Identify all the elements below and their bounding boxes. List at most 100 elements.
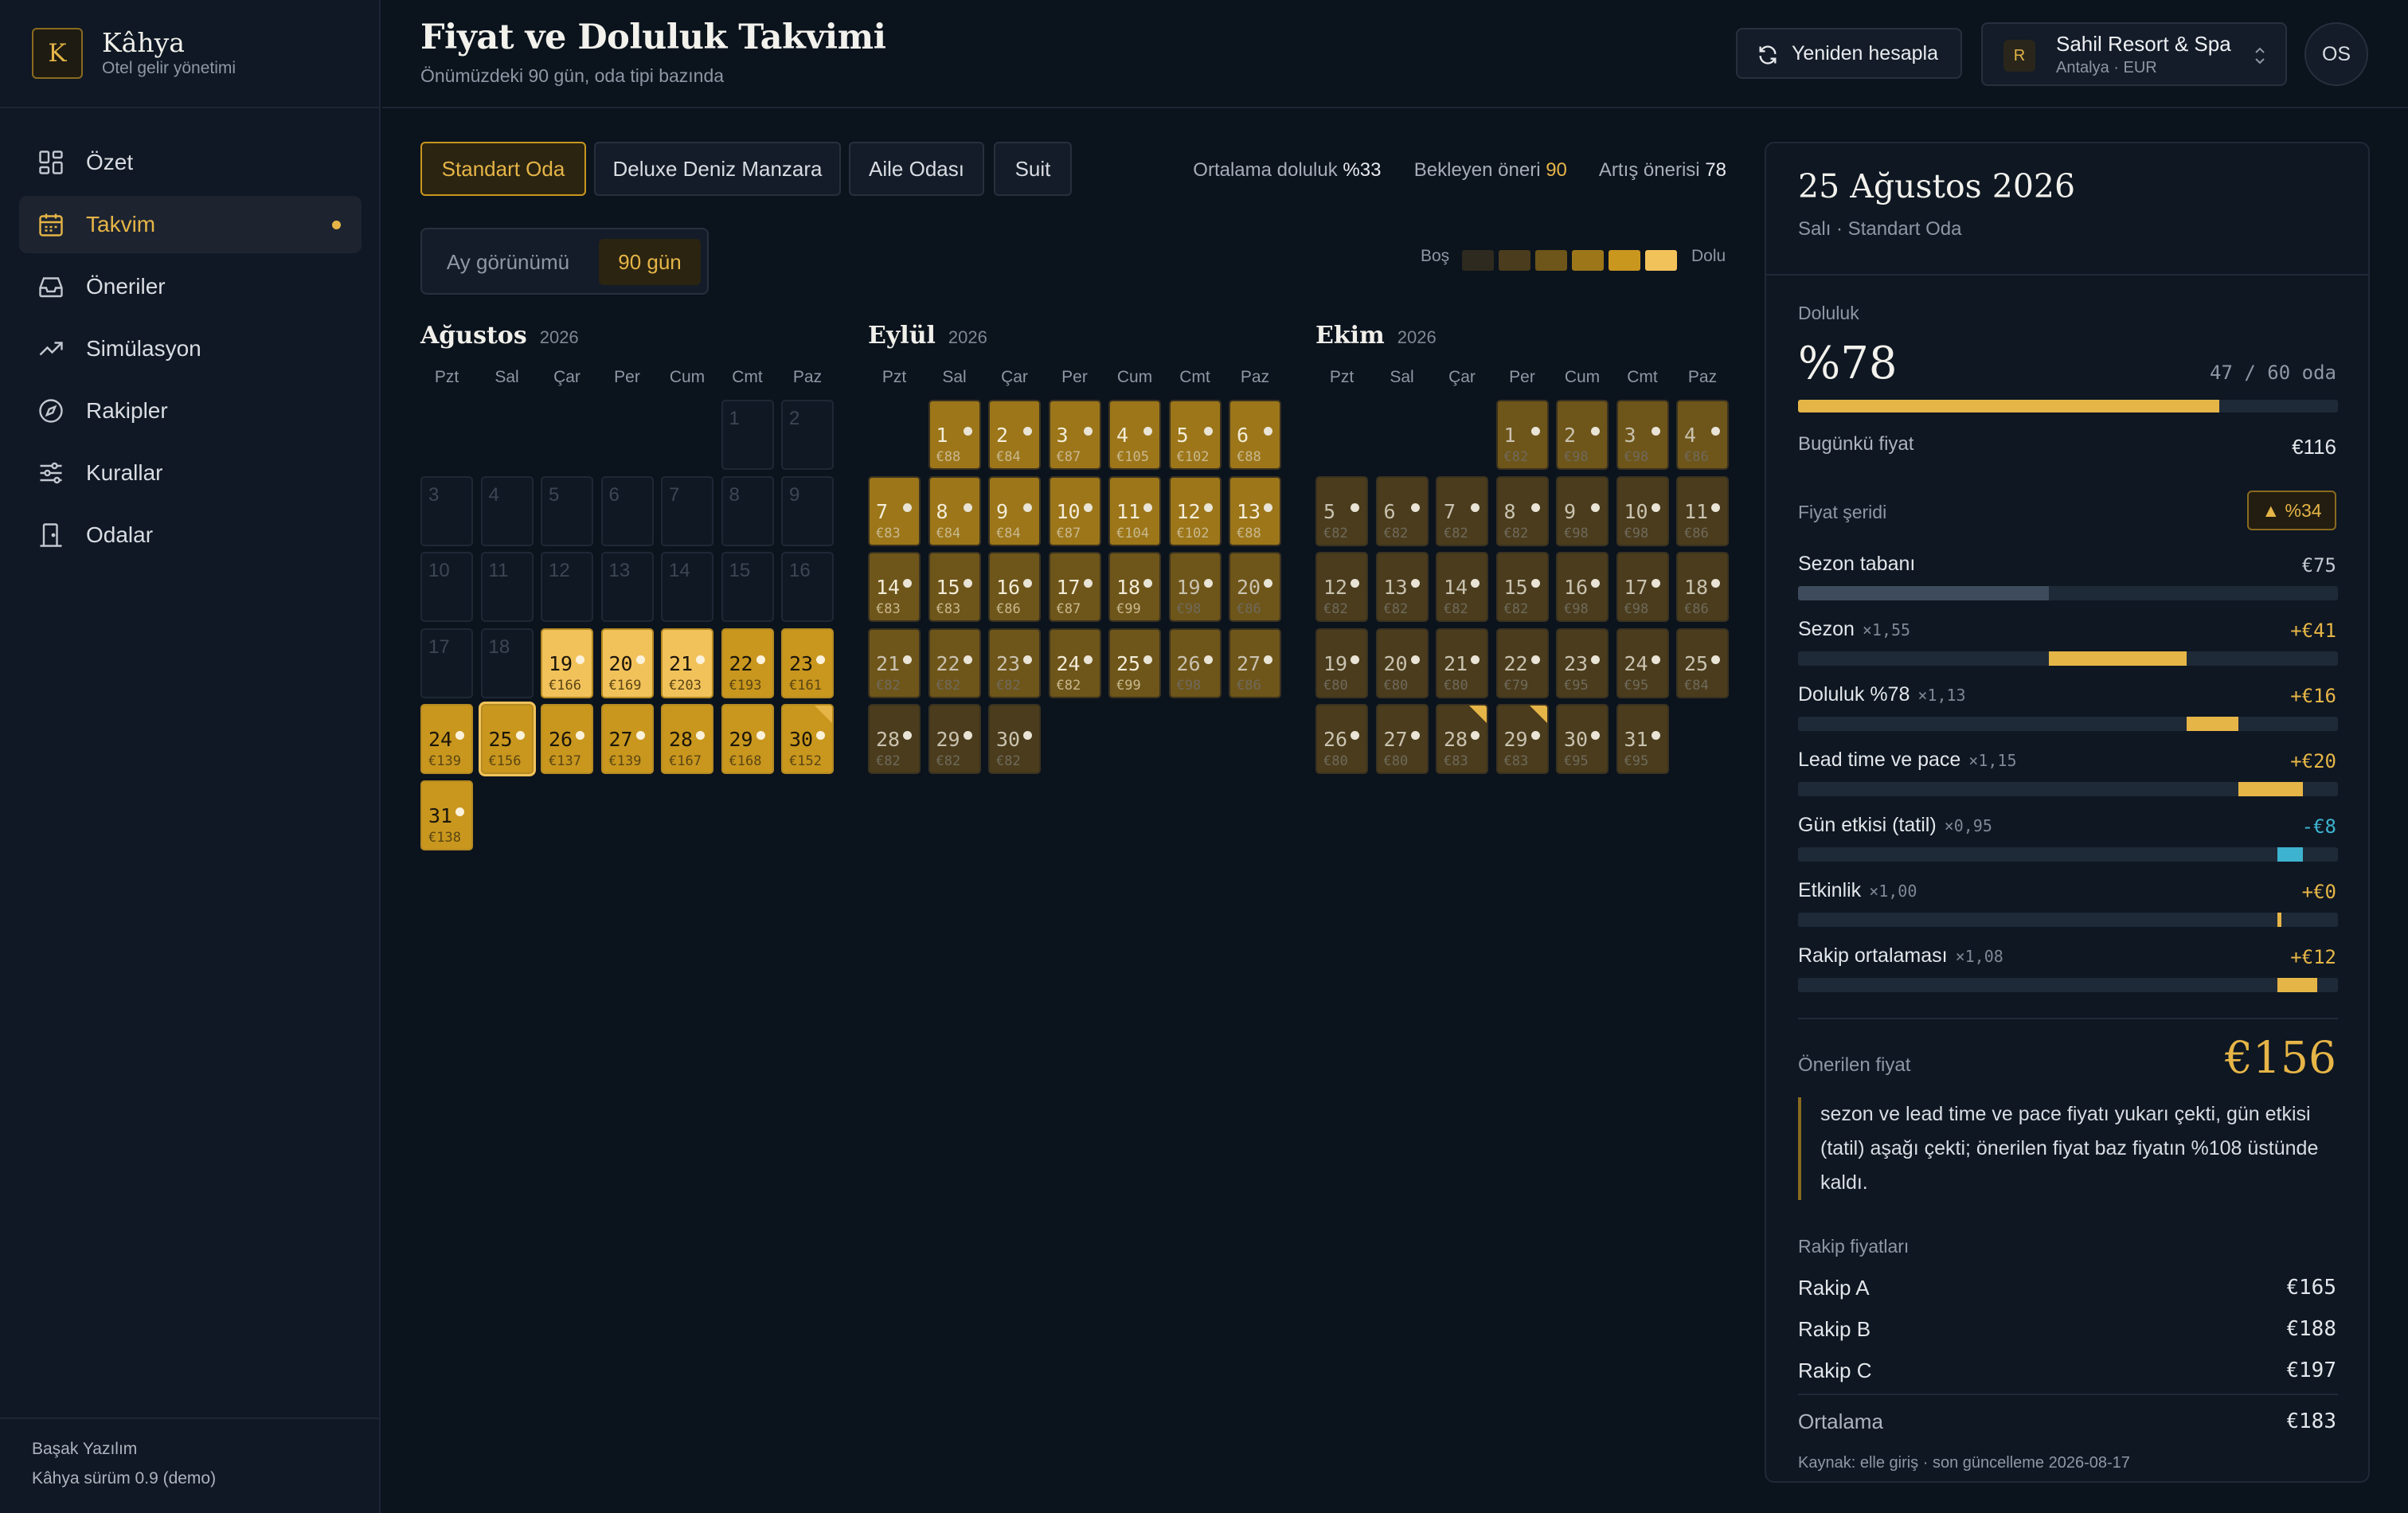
- day-cell[interactable]: 1 €88: [928, 400, 981, 470]
- tab-standart-oda[interactable]: Standart Oda: [420, 142, 586, 196]
- day-cell[interactable]: 9 €84: [988, 475, 1041, 546]
- day-cell[interactable]: 19 €80: [1315, 627, 1368, 698]
- day-cell[interactable]: 30 €152: [781, 704, 834, 774]
- tab-aile-odasi[interactable]: Aile Odası: [849, 142, 984, 196]
- day-cell[interactable]: 24 €139: [420, 704, 473, 774]
- day-cell[interactable]: 27 €86: [1229, 627, 1281, 698]
- day-cell[interactable]: 6: [600, 475, 654, 546]
- day-cell[interactable]: 21 €203: [661, 627, 713, 698]
- day-cell[interactable]: 16 €86: [988, 552, 1041, 622]
- nav-item-odalar[interactable]: Odalar: [19, 506, 362, 564]
- day-cell[interactable]: 11 €104: [1108, 475, 1161, 546]
- day-cell[interactable]: 14 €82: [1436, 552, 1488, 622]
- recalculate-button[interactable]: Yeniden hesapla: [1736, 28, 1962, 79]
- day-cell[interactable]: 25 €99: [1108, 627, 1161, 698]
- day-cell[interactable]: 11: [480, 552, 534, 622]
- user-avatar[interactable]: OS: [2304, 22, 2368, 86]
- day-cell[interactable]: 23 €95: [1556, 627, 1609, 698]
- day-cell[interactable]: 10: [420, 552, 473, 622]
- day-cell[interactable]: 5 €82: [1315, 475, 1368, 546]
- day-cell[interactable]: 7 €83: [868, 475, 921, 546]
- nav-item-rakipler[interactable]: Rakipler: [19, 382, 362, 440]
- day-cell[interactable]: 28 €83: [1436, 704, 1488, 774]
- day-cell[interactable]: 8: [721, 475, 774, 546]
- day-cell[interactable]: 18 €99: [1108, 552, 1161, 622]
- day-cell[interactable]: 4 €105: [1108, 400, 1161, 470]
- day-cell[interactable]: 12: [541, 552, 593, 622]
- day-cell[interactable]: 20 €86: [1229, 552, 1281, 622]
- day-cell[interactable]: 15 €83: [928, 552, 981, 622]
- day-cell[interactable]: 9 €98: [1556, 475, 1609, 546]
- day-cell[interactable]: 6 €82: [1375, 475, 1429, 546]
- day-cell[interactable]: 21 €80: [1436, 627, 1488, 698]
- day-cell[interactable]: 27 €80: [1375, 704, 1429, 774]
- day-cell[interactable]: 2 €84: [988, 400, 1041, 470]
- day-cell[interactable]: 27 €139: [600, 704, 654, 774]
- day-cell[interactable]: 22 €193: [721, 627, 774, 698]
- day-cell[interactable]: 16 €98: [1556, 552, 1609, 622]
- day-cell[interactable]: 28 €82: [868, 704, 921, 774]
- nav-item-takvim[interactable]: Takvim: [19, 196, 362, 253]
- day-cell[interactable]: 12 €102: [1168, 475, 1222, 546]
- day-cell[interactable]: 5: [541, 475, 593, 546]
- day-cell[interactable]: 26 €137: [541, 704, 593, 774]
- day-cell[interactable]: 14: [661, 552, 713, 622]
- day-cell[interactable]: 20 €80: [1375, 627, 1429, 698]
- day-cell[interactable]: 13: [600, 552, 654, 622]
- day-cell[interactable]: 19 €166: [541, 627, 593, 698]
- day-cell[interactable]: 10 €98: [1616, 475, 1669, 546]
- day-cell[interactable]: 26 €98: [1168, 627, 1222, 698]
- day-cell[interactable]: 30 €82: [988, 704, 1041, 774]
- day-cell[interactable]: 25 €84: [1676, 627, 1729, 698]
- hotel-selector[interactable]: R Sahil Resort & Spa Antalya · EUR: [1981, 22, 2287, 86]
- day-cell[interactable]: 7: [661, 475, 713, 546]
- day-cell[interactable]: 8 €82: [1495, 475, 1549, 546]
- day-cell[interactable]: 2 €98: [1556, 400, 1609, 470]
- day-cell[interactable]: 5 €102: [1168, 400, 1222, 470]
- day-cell[interactable]: 18 €86: [1676, 552, 1729, 622]
- day-cell[interactable]: 29 €168: [721, 704, 774, 774]
- day-cell[interactable]: 29 €82: [928, 704, 981, 774]
- nav-item-kurallar[interactable]: Kurallar: [19, 444, 362, 502]
- day-cell[interactable]: 23 €82: [988, 627, 1041, 698]
- day-cell[interactable]: 6 €88: [1229, 400, 1281, 470]
- day-cell[interactable]: 31 €95: [1616, 704, 1669, 774]
- day-cell[interactable]: 17 €98: [1616, 552, 1669, 622]
- day-cell[interactable]: 2: [781, 400, 834, 470]
- day-cell[interactable]: 13 €82: [1375, 552, 1429, 622]
- nav-item-simulasyon[interactable]: Simülasyon: [19, 320, 362, 377]
- day-cell[interactable]: 12 €82: [1315, 552, 1368, 622]
- day-cell[interactable]: 11 €86: [1676, 475, 1729, 546]
- day-cell[interactable]: 20 €169: [600, 627, 654, 698]
- day-cell[interactable]: 1: [721, 400, 774, 470]
- day-cell[interactable]: 22 €82: [928, 627, 981, 698]
- day-cell[interactable]: 7 €82: [1436, 475, 1488, 546]
- day-cell[interactable]: 21 €82: [868, 627, 921, 698]
- day-cell[interactable]: 17: [420, 627, 473, 698]
- day-cell[interactable]: 3: [420, 475, 473, 546]
- day-cell-selected[interactable]: 25 €156: [480, 704, 534, 774]
- day-cell[interactable]: 14 €83: [868, 552, 921, 622]
- day-cell[interactable]: 16: [781, 552, 834, 622]
- day-cell[interactable]: 15: [721, 552, 774, 622]
- day-cell[interactable]: 17 €87: [1048, 552, 1101, 622]
- day-cell[interactable]: 19 €98: [1168, 552, 1222, 622]
- tab-suit[interactable]: Suit: [994, 142, 1072, 196]
- day-cell[interactable]: 3 €87: [1048, 400, 1101, 470]
- day-cell[interactable]: 28 €167: [661, 704, 713, 774]
- day-cell[interactable]: 13 €88: [1229, 475, 1281, 546]
- nav-item-oneriler[interactable]: Öneriler: [19, 258, 362, 315]
- day-cell[interactable]: 22 €79: [1495, 627, 1549, 698]
- day-cell[interactable]: 26 €80: [1315, 704, 1368, 774]
- day-cell[interactable]: 29 €83: [1495, 704, 1549, 774]
- view-month-button[interactable]: Ay görünümü: [436, 242, 580, 282]
- day-cell[interactable]: 18: [480, 627, 534, 698]
- day-cell[interactable]: 10 €87: [1048, 475, 1101, 546]
- day-cell[interactable]: 24 €95: [1616, 627, 1669, 698]
- day-cell[interactable]: 8 €84: [928, 475, 981, 546]
- tab-deluxe-deniz-manzara[interactable]: Deluxe Deniz Manzara: [594, 142, 841, 196]
- day-cell[interactable]: 4: [480, 475, 534, 546]
- day-cell[interactable]: 15 €82: [1495, 552, 1549, 622]
- nav-item-ozet[interactable]: Özet: [19, 134, 362, 191]
- day-cell[interactable]: 31 €138: [420, 780, 473, 850]
